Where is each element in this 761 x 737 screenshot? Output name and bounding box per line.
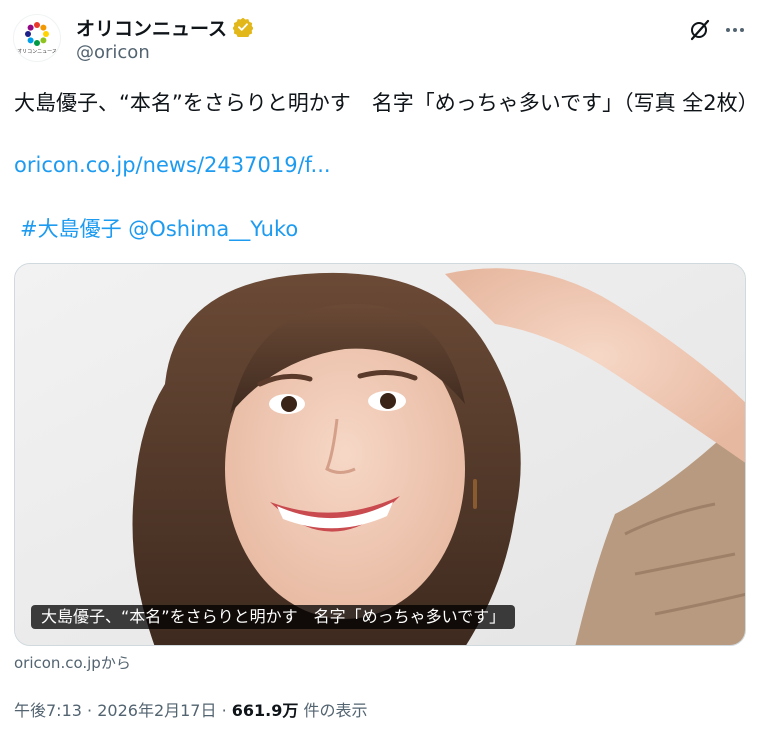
grok-button[interactable] (686, 16, 714, 44)
card-source[interactable]: oricon.co.jpから (14, 652, 131, 674)
more-dots-icon (726, 28, 744, 32)
tweet-text: 大島優子、“本名”をさらりと明かす 名字「めっちゃ多いです」（写真 全2枚） (14, 91, 759, 115)
oricon-news-logo-icon: オリコンニュース (17, 22, 57, 55)
grok-icon (690, 19, 710, 41)
article-photo (15, 264, 745, 645)
tweet: オリコンニュース オリコンニュース @oricon 大島優子、“本名”をさらりと… (0, 0, 761, 737)
handle[interactable]: @oricon (76, 42, 150, 63)
view-label: 件の表示 (303, 701, 368, 720)
name-row: オリコンニュース (76, 14, 254, 41)
tweet-date[interactable]: 2026年2月17日 (97, 701, 216, 720)
avatar[interactable]: オリコンニュース (13, 14, 61, 62)
hashtag-link[interactable]: #大島優子 (20, 217, 122, 241)
avatar-caption: オリコンニュース (17, 49, 57, 55)
display-name[interactable]: オリコンニュース (76, 14, 227, 41)
link-card[interactable]: 大島優子、“本名”をさらりと明かす 名字「めっちゃ多いです」 (14, 263, 746, 646)
card-caption: 大島優子、“本名”をさらりと明かす 名字「めっちゃ多いです」 (31, 605, 516, 629)
article-link[interactable]: oricon.co.jp/news/2437019/f... (14, 150, 331, 181)
tags-line: #大島優子 @Oshima__Yuko (20, 214, 298, 245)
tweet-time[interactable]: 午後7:13 (14, 701, 82, 720)
view-count: 661.9万 (231, 701, 299, 720)
meta-separator: · (221, 701, 227, 720)
mention-link[interactable]: @Oshima__Yuko (128, 217, 298, 241)
more-button[interactable] (722, 16, 748, 44)
meta-separator: · (87, 701, 93, 720)
tweet-meta: 午後7:13 · 2026年2月17日 · 661.9万 件の表示 (14, 699, 368, 723)
verified-badge-icon[interactable] (233, 17, 254, 37)
